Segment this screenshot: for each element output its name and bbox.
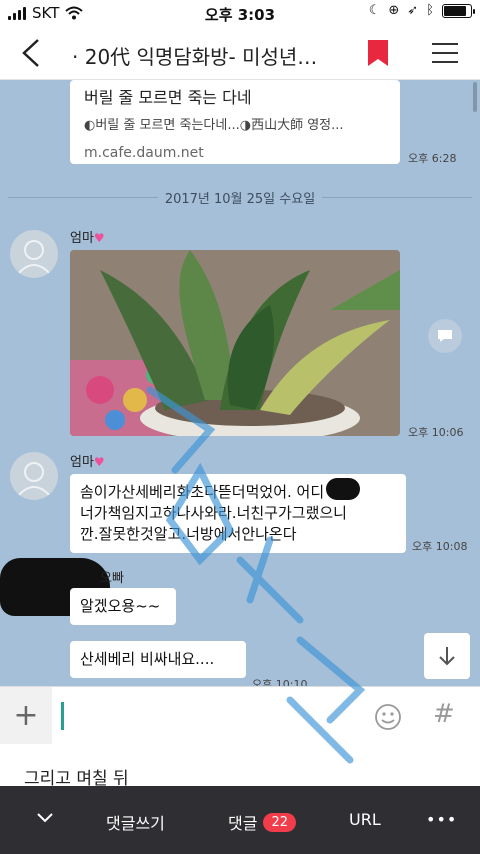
text-cursor[interactable] xyxy=(61,702,64,730)
message-time: 오후 10:10 xyxy=(252,678,308,686)
moon-icon: ☾ xyxy=(368,3,381,18)
comments-button[interactable]: 댓글 22 xyxy=(228,810,296,834)
sender-name: 엄마♥ xyxy=(70,455,105,470)
message-time: 오후 10:06 xyxy=(408,426,464,439)
page-title: · 20代 익명담화방- 미성년… xyxy=(72,45,318,69)
url-button[interactable]: URL xyxy=(349,810,381,829)
heart-icon: ♥ xyxy=(93,455,105,469)
avatar[interactable] xyxy=(10,452,58,500)
link-url: m.cafe.daum.net xyxy=(84,145,204,161)
comment-count-badge: 22 xyxy=(263,812,296,832)
rotation-lock-icon: ⊕ xyxy=(388,3,400,18)
menu-icon[interactable] xyxy=(432,42,458,64)
plant-photo[interactable] xyxy=(70,250,400,436)
divider-line xyxy=(322,197,472,198)
message-input-bar: + # xyxy=(0,686,480,744)
status-bar: SKT 오후 3:03 ☾ ⊕ ➶ ᛒ xyxy=(0,0,480,26)
chat-message: 산세베리 비싸내요.... xyxy=(70,641,246,678)
redaction-mark xyxy=(326,478,360,500)
link-title: 버릴 줄 모르면 죽는 다네 xyxy=(84,88,252,107)
message-time: 오후 6:28 xyxy=(408,152,457,165)
bookmark-icon[interactable] xyxy=(368,40,388,66)
chat-message: 알겠오용~~ xyxy=(70,588,176,625)
scroll-down-button[interactable] xyxy=(424,633,470,679)
emoji-icon[interactable] xyxy=(374,703,402,731)
sender-name: 오빠 xyxy=(100,571,124,586)
link-preview-card[interactable]: 버릴 줄 모르면 죽는 다네 ◐버릴 줄 모르면 죽는다네...◑西山大師 영정… xyxy=(70,80,400,164)
location-icon: ➶ xyxy=(407,3,419,18)
nav-bar: · 20代 익명담화방- 미성년… xyxy=(0,26,480,80)
chat-scrollbar xyxy=(473,82,477,112)
battery-icon xyxy=(442,3,475,18)
collapse-button[interactable] xyxy=(36,812,54,824)
message-time: 오후 10:08 xyxy=(412,540,468,553)
avatar[interactable] xyxy=(10,230,58,278)
plus-button[interactable]: + xyxy=(0,687,52,744)
chat-screenshot: 버릴 줄 모르면 죽는 다네 ◐버릴 줄 모르면 죽는다네...◑西山大師 영정… xyxy=(0,80,480,686)
heart-icon: ♥ xyxy=(93,231,105,245)
sender-name: 엄마♥ xyxy=(70,231,105,246)
link-description: ◐버릴 줄 모르면 죽는다네...◑西山大師 영정... xyxy=(84,118,344,133)
write-comment-button[interactable]: 댓글쓰기 xyxy=(106,810,165,834)
bluetooth-icon: ᛒ xyxy=(426,3,434,18)
bottom-toolbar: 댓글쓰기 댓글 22 URL ••• xyxy=(0,786,480,854)
back-icon[interactable] xyxy=(18,38,46,68)
share-icon[interactable] xyxy=(428,319,462,353)
hash-icon[interactable]: # xyxy=(433,699,455,729)
more-icon[interactable]: ••• xyxy=(426,810,457,829)
chevron-down-icon xyxy=(37,813,53,823)
arrow-down-icon xyxy=(439,647,455,666)
